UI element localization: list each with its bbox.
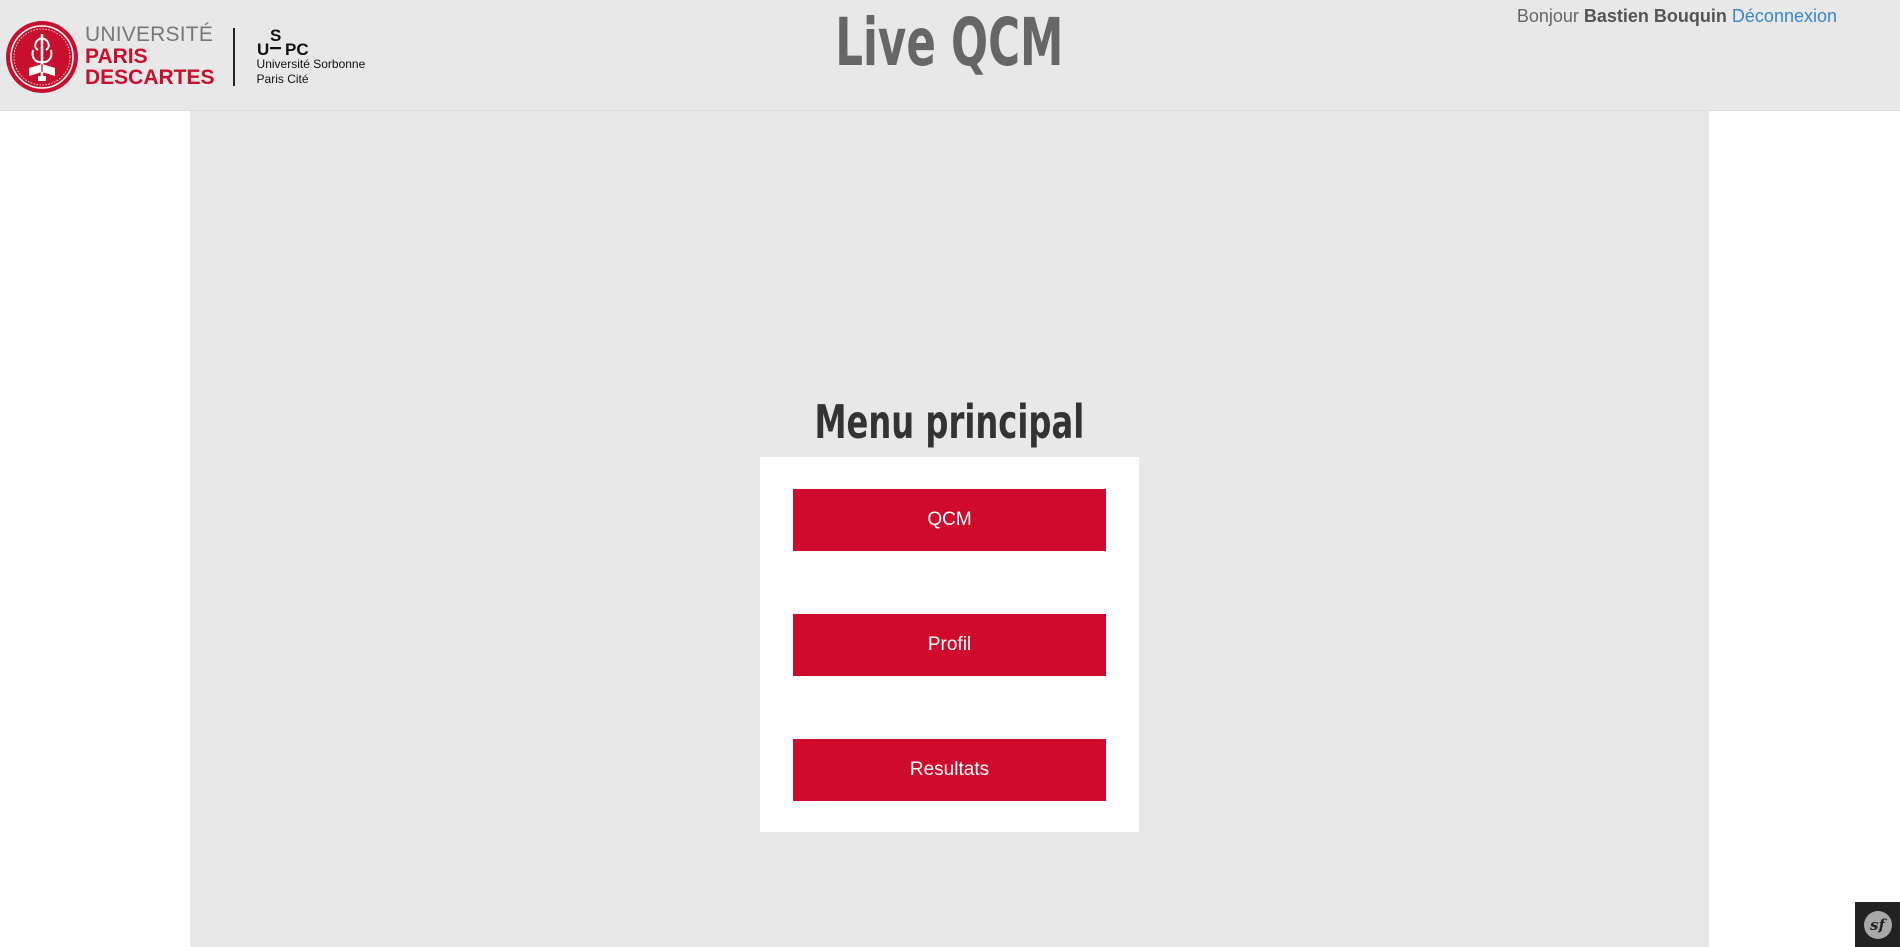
uspc-mark-icon: U S PC bbox=[257, 27, 309, 57]
results-button[interactable]: Resultats bbox=[793, 739, 1106, 801]
main-menu-card: QCM Profil Resultats bbox=[760, 457, 1139, 832]
svg-text:S: S bbox=[270, 27, 281, 45]
svg-text:U: U bbox=[257, 40, 269, 57]
logo-line-universite: UNIVERSITÉ bbox=[85, 23, 214, 47]
logo-divider bbox=[232, 27, 235, 86]
page-title: Menu principal bbox=[814, 395, 1085, 449]
greeting-text: Bonjour bbox=[1516, 6, 1579, 26]
logo-line-descartes: DESCARTES bbox=[85, 66, 215, 90]
symfony-toolbar-toggle[interactable]: sf bbox=[1855, 902, 1900, 947]
logout-link[interactable]: Déconnexion bbox=[1732, 6, 1837, 26]
profile-button[interactable]: Profil bbox=[793, 614, 1106, 676]
university-wordmark: UNIVERSITÉ PARIS DESCARTES bbox=[85, 23, 215, 90]
user-bar: Bonjour Bastien Bouquin Déconnexion bbox=[1517, 6, 1837, 27]
main-content: Menu principal QCM Profil Resultats bbox=[190, 111, 1709, 947]
symfony-icon: sf bbox=[1863, 910, 1892, 939]
qcm-button[interactable]: QCM bbox=[793, 489, 1106, 551]
university-seal-icon bbox=[6, 20, 78, 93]
header: UNIVERSITÉ PARIS DESCARTES U S PC Univer… bbox=[0, 0, 1900, 111]
app-title: Live QCM bbox=[835, 4, 1064, 81]
svg-text:PC: PC bbox=[285, 40, 309, 57]
username: Bastien Bouquin bbox=[1583, 6, 1727, 26]
logo-line-paris: PARIS bbox=[85, 44, 148, 68]
university-logo[interactable]: UNIVERSITÉ PARIS DESCARTES U S PC Univer… bbox=[5, 19, 365, 94]
